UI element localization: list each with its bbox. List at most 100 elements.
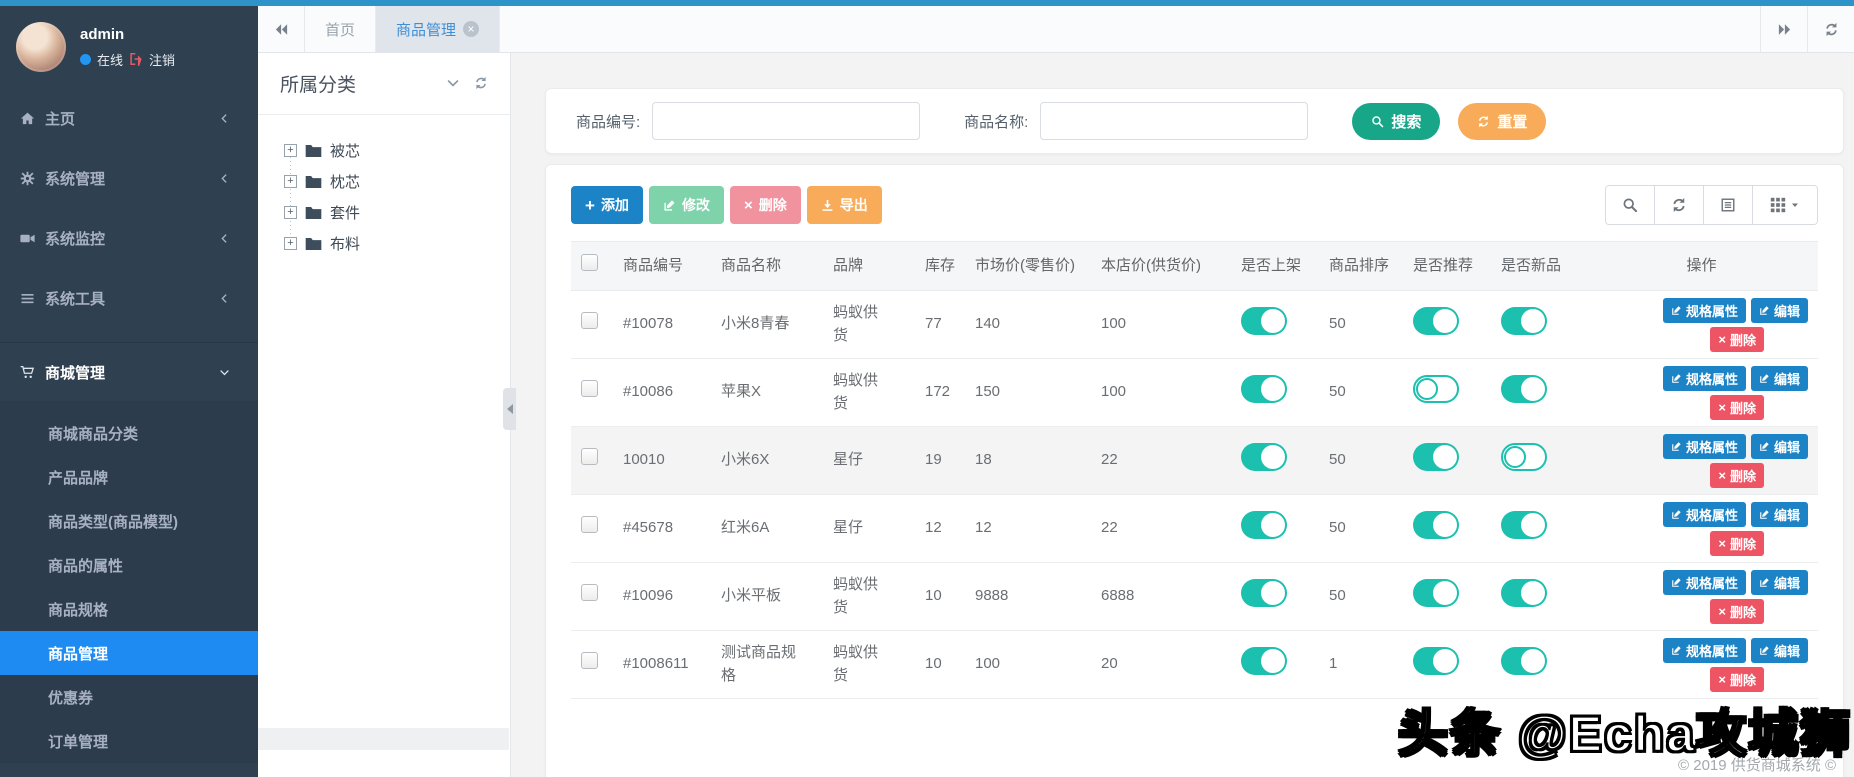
spec-attr-button[interactable]: 规格属性 bbox=[1662, 637, 1746, 663]
product-code-input[interactable] bbox=[652, 102, 921, 140]
sidebar-item[interactable]: 系统监控 bbox=[0, 208, 258, 268]
submenu-item[interactable]: 优惠券 bbox=[0, 675, 258, 719]
recommend-toggle[interactable] bbox=[1413, 646, 1459, 675]
tree-node[interactable]: + 套件 bbox=[284, 197, 510, 228]
on-sale-toggle[interactable] bbox=[1241, 306, 1287, 335]
row-checkbox[interactable] bbox=[581, 516, 598, 534]
column-header[interactable]: 操作 bbox=[1595, 255, 1818, 278]
avatar[interactable] bbox=[16, 22, 66, 72]
table-view-list-button[interactable] bbox=[1703, 186, 1752, 224]
add-button[interactable]: + 添加 bbox=[571, 186, 643, 224]
tree-node[interactable]: + 枕芯 bbox=[284, 166, 510, 197]
new-product-toggle[interactable] bbox=[1501, 306, 1547, 335]
export-button[interactable]: 导出 bbox=[806, 186, 882, 224]
submenu-item[interactable]: 商城商品分类 bbox=[0, 411, 258, 455]
expand-node-icon[interactable]: + bbox=[284, 144, 297, 157]
row-delete-button[interactable]: × 删除 bbox=[1710, 598, 1764, 624]
row-edit-button[interactable]: 编辑 bbox=[1750, 433, 1808, 459]
on-sale-toggle[interactable] bbox=[1241, 646, 1287, 675]
submenu-item[interactable]: 商品规格 bbox=[0, 587, 258, 631]
close-tab-icon[interactable]: × bbox=[463, 21, 480, 37]
edit-button[interactable]: 修改 bbox=[648, 186, 724, 224]
column-header[interactable]: 商品编号 bbox=[623, 255, 721, 278]
submenu-item[interactable]: 产品品牌 bbox=[0, 455, 258, 499]
row-delete-button[interactable]: × 删除 bbox=[1710, 326, 1764, 352]
scroll-tabs-left-button[interactable] bbox=[258, 6, 305, 52]
tree-scrollbar-track[interactable] bbox=[258, 728, 509, 750]
scroll-tabs-right-button[interactable] bbox=[1760, 6, 1807, 52]
tab-product-management[interactable]: 商品管理 × bbox=[376, 6, 501, 52]
table-refresh-button[interactable] bbox=[1654, 186, 1703, 224]
refresh-tab-button[interactable] bbox=[1807, 6, 1854, 52]
product-name-input[interactable] bbox=[1040, 102, 1309, 140]
logout-icon[interactable] bbox=[129, 52, 143, 66]
recommend-toggle[interactable] bbox=[1413, 578, 1459, 607]
chevron-down-icon[interactable] bbox=[446, 76, 460, 90]
on-sale-toggle[interactable] bbox=[1241, 510, 1287, 539]
refresh-icon[interactable] bbox=[474, 76, 488, 90]
tree-node[interactable]: + 被芯 bbox=[284, 135, 510, 166]
new-product-toggle[interactable] bbox=[1501, 510, 1547, 539]
on-sale-toggle[interactable] bbox=[1241, 374, 1287, 403]
column-header[interactable]: 是否新品 bbox=[1501, 255, 1595, 278]
new-product-toggle[interactable] bbox=[1501, 578, 1547, 607]
sidebar-item[interactable]: 主页 bbox=[0, 88, 258, 148]
reset-button[interactable]: 重置 bbox=[1458, 102, 1547, 140]
column-header[interactable]: 商品名称 bbox=[721, 255, 833, 278]
recommend-toggle[interactable] bbox=[1413, 510, 1459, 539]
sidebar-item[interactable]: 商城管理 bbox=[0, 342, 258, 401]
row-delete-button[interactable]: × 删除 bbox=[1710, 666, 1764, 692]
recommend-toggle[interactable] bbox=[1413, 442, 1459, 471]
expand-node-icon[interactable]: + bbox=[284, 206, 297, 219]
tab-home[interactable]: 首页 bbox=[305, 6, 377, 52]
search-button[interactable]: 搜索 bbox=[1352, 102, 1441, 140]
expand-node-icon[interactable]: + bbox=[284, 175, 297, 188]
logout-link[interactable]: 注销 bbox=[149, 50, 175, 69]
column-header[interactable]: 商品排序 bbox=[1329, 255, 1413, 278]
table-columns-button[interactable] bbox=[1752, 186, 1817, 224]
submenu-item[interactable]: 商品类型(商品模型) bbox=[0, 499, 258, 543]
recommend-toggle[interactable] bbox=[1413, 374, 1459, 403]
expand-node-icon[interactable]: + bbox=[284, 237, 297, 250]
spec-attr-button[interactable]: 规格属性 bbox=[1662, 501, 1746, 527]
row-checkbox[interactable] bbox=[581, 312, 598, 330]
column-header[interactable]: 是否推荐 bbox=[1413, 255, 1501, 278]
row-edit-button[interactable]: 编辑 bbox=[1750, 501, 1808, 527]
row-checkbox[interactable] bbox=[581, 380, 598, 398]
on-sale-toggle[interactable] bbox=[1241, 442, 1287, 471]
row-delete-button[interactable]: × 删除 bbox=[1710, 394, 1764, 420]
row-checkbox[interactable] bbox=[581, 584, 598, 602]
row-edit-button[interactable]: 编辑 bbox=[1750, 569, 1808, 595]
new-product-toggle[interactable] bbox=[1501, 374, 1547, 403]
collapse-panel-handle[interactable] bbox=[503, 388, 516, 430]
row-edit-button[interactable]: 编辑 bbox=[1750, 637, 1808, 663]
submenu-item[interactable]: 商品的属性 bbox=[0, 543, 258, 587]
tree-node[interactable]: + 布料 bbox=[284, 228, 510, 259]
submenu-item[interactable]: 订单管理 bbox=[0, 719, 258, 763]
sidebar-item[interactable]: 系统工具 bbox=[0, 268, 258, 328]
spec-attr-button[interactable]: 规格属性 bbox=[1662, 569, 1746, 595]
row-edit-button[interactable]: 编辑 bbox=[1750, 297, 1808, 323]
on-sale-toggle[interactable] bbox=[1241, 578, 1287, 607]
row-edit-button[interactable]: 编辑 bbox=[1750, 365, 1808, 391]
spec-attr-button[interactable]: 规格属性 bbox=[1662, 297, 1746, 323]
column-header[interactable]: 本店价(供货价) bbox=[1101, 255, 1241, 278]
recommend-toggle[interactable] bbox=[1413, 306, 1459, 335]
spec-attr-button[interactable]: 规格属性 bbox=[1662, 365, 1746, 391]
new-product-toggle[interactable] bbox=[1501, 442, 1547, 471]
row-checkbox[interactable] bbox=[581, 448, 598, 466]
row-delete-button[interactable]: × 删除 bbox=[1710, 462, 1764, 488]
submenu-item[interactable]: 商品管理 bbox=[0, 631, 258, 675]
table-search-button[interactable] bbox=[1606, 186, 1654, 224]
new-product-toggle[interactable] bbox=[1501, 646, 1547, 675]
column-header[interactable]: 市场价(零售价) bbox=[975, 255, 1101, 278]
delete-button[interactable]: × 删除 bbox=[729, 186, 801, 224]
column-header[interactable]: 是否上架 bbox=[1241, 255, 1329, 278]
row-checkbox[interactable] bbox=[581, 652, 598, 670]
select-all-checkbox[interactable] bbox=[581, 253, 598, 271]
sidebar-item[interactable]: 系统管理 bbox=[0, 148, 258, 208]
spec-attr-button[interactable]: 规格属性 bbox=[1662, 433, 1746, 459]
row-delete-button[interactable]: × 删除 bbox=[1710, 530, 1764, 556]
column-header[interactable]: 品牌 bbox=[833, 255, 925, 278]
column-header[interactable]: 库存 bbox=[925, 255, 975, 278]
